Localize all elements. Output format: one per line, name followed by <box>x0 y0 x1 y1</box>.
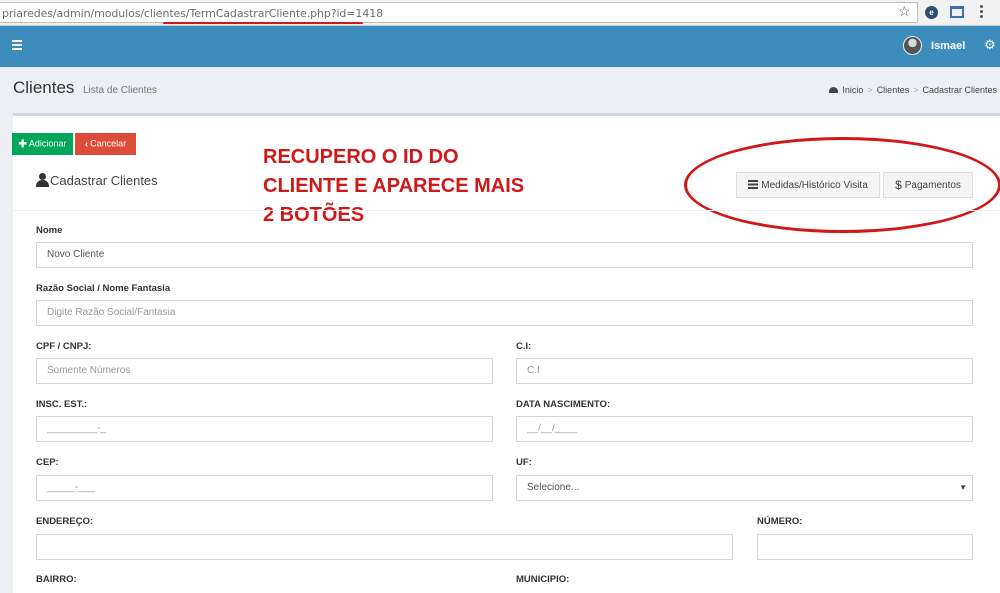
pagamentos-button[interactable]: $ Pagamentos <box>883 172 973 198</box>
nome-input[interactable]: Novo Cliente <box>36 242 973 268</box>
data-nascimento-input[interactable]: __/__/____ <box>516 416 973 442</box>
endereco-input[interactable] <box>36 534 733 560</box>
user-name[interactable]: Ismael <box>931 40 965 52</box>
razao-social-label: Razão Social / Nome Fantasia <box>36 283 171 294</box>
plus-icon: ✚ <box>18 138 27 150</box>
list-icon <box>748 179 759 189</box>
box-title: Cadastrar Clientes <box>36 173 158 188</box>
dollar-icon: $ <box>895 178 902 192</box>
cep-input[interactable]: _____-___ <box>36 475 493 501</box>
user-icon <box>36 173 49 187</box>
medidas-historico-button[interactable]: Medidas/Histórico Visita <box>736 172 880 198</box>
app-header: Ismael ⚙ <box>0 26 1000 67</box>
url-highlight-underline <box>163 22 363 24</box>
municipio-label: MUNICIPIO: <box>516 574 570 585</box>
uf-select[interactable]: Selecione... ▼ <box>516 475 973 501</box>
breadcrumb-separator: > <box>913 85 919 95</box>
nome-label: Nome <box>36 225 63 236</box>
divider <box>13 210 1000 211</box>
url-text: priaredes/admin/modulos/clientes/TermCad… <box>2 7 384 20</box>
ci-input[interactable]: C.I <box>516 358 973 384</box>
cancel-button[interactable]: ‹ Cancelar <box>75 133 136 155</box>
data-nascimento-label: DATA NASCIMENTO: <box>516 399 611 410</box>
add-button[interactable]: ✚ Adicionar <box>12 133 73 155</box>
annotation-text: RECUPERO O ID DO CLIENTE E APARECE MAIS … <box>263 146 525 226</box>
gears-icon[interactable]: ⚙ <box>984 37 996 53</box>
cep-label: CEP: <box>36 457 59 468</box>
breadcrumb-separator: > <box>867 85 873 95</box>
cast-icon[interactable] <box>950 6 964 18</box>
breadcrumb: Inicio > Clientes > Cadastrar Clientes <box>829 85 997 95</box>
razao-social-input[interactable]: Digite Razão Social/Fantasia <box>36 300 973 326</box>
insc-est-label: INSC. EST.: <box>36 399 88 410</box>
breadcrumb-item-inicio[interactable]: Inicio <box>842 85 863 95</box>
extension-icon[interactable]: e <box>925 6 938 19</box>
ci-label: C.I: <box>516 341 532 352</box>
bookmark-star-icon[interactable]: ☆ <box>898 3 911 20</box>
address-bar[interactable]: priaredes/admin/modulos/clientes/TermCad… <box>0 2 918 24</box>
breadcrumb-item-cadastrar: Cadastrar Clientes <box>922 85 997 95</box>
numero-label: NÚMERO: <box>757 516 803 527</box>
avatar[interactable] <box>903 36 922 55</box>
cpf-cnpj-input[interactable]: Somente Números <box>36 358 493 384</box>
numero-input[interactable] <box>757 534 973 560</box>
uf-label: UF: <box>516 457 532 468</box>
breadcrumb-item-clientes[interactable]: Clientes <box>877 85 910 95</box>
endereco-label: ENDEREÇO: <box>36 516 94 527</box>
chevron-left-icon: ‹ <box>84 138 89 150</box>
dashboard-icon <box>829 87 839 93</box>
sidebar-toggle-icon[interactable] <box>12 40 22 52</box>
page-title: Clientes <box>13 78 75 97</box>
bairro-label: BAIRRO: <box>36 574 77 585</box>
caret-down-icon: ▼ <box>959 483 967 492</box>
insc-est-input[interactable]: _________-_ <box>36 416 493 442</box>
browser-menu-icon[interactable] <box>980 5 984 20</box>
browser-toolbar: priaredes/admin/modulos/clientes/TermCad… <box>0 0 1000 26</box>
cpf-cnpj-label: CPF / CNPJ: <box>36 341 92 352</box>
page-subtitle: Lista de Clientes <box>83 85 157 96</box>
